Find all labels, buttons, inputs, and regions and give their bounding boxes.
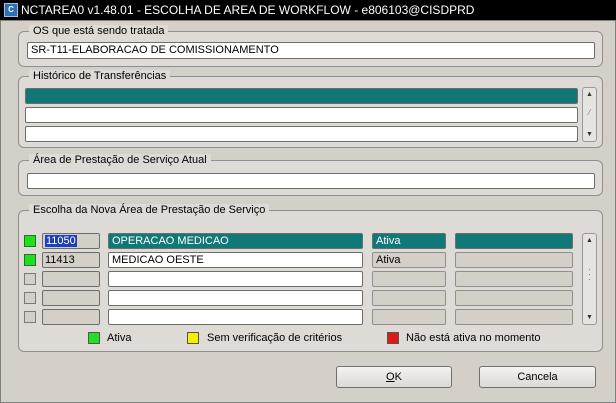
area-atual-field[interactable] xyxy=(27,173,595,189)
area-status-cell[interactable]: Ativa xyxy=(372,233,446,249)
ok-label-rest: K xyxy=(394,371,402,383)
os-group-label: OS que está sendo tratada xyxy=(29,25,169,38)
area-status-cell[interactable]: Ativa xyxy=(372,252,446,268)
legend-yellow-swatch xyxy=(187,332,199,344)
title-bar: C NCTAREA0 v1.48.01 - ESCOLHA DE AREA DE… xyxy=(0,0,616,20)
area-status-cell[interactable] xyxy=(372,290,446,306)
status-indicator[interactable] xyxy=(24,254,36,266)
ok-mnemonic: O xyxy=(386,371,395,383)
area-extra-cell[interactable] xyxy=(455,271,573,287)
status-indicator[interactable] xyxy=(24,235,36,247)
scroll-down-icon[interactable]: ▼ xyxy=(584,312,595,323)
historico-row[interactable] xyxy=(25,126,578,142)
os-field[interactable]: SR-T11-ELABORACAO DE COMISSIONAMENTO xyxy=(27,42,595,59)
historico-row[interactable] xyxy=(25,107,578,123)
status-indicator[interactable] xyxy=(24,273,36,285)
area-name-cell[interactable] xyxy=(108,290,363,306)
historico-group: Histórico de Transferências ▲ ⁄ ▼ xyxy=(18,70,603,148)
area-name-cell[interactable]: MEDICAO OESTE xyxy=(108,252,363,268)
scroll-grip-icon[interactable]: ⁄ xyxy=(585,109,594,117)
area-extra-cell[interactable] xyxy=(455,252,573,268)
area-code-cell[interactable] xyxy=(42,309,100,325)
area-atual-group: Área de Prestação de Serviço Atual xyxy=(18,154,603,196)
area-code-cell[interactable] xyxy=(42,271,100,287)
nova-area-scrollbar[interactable]: ▲ ⁚ ⁚ ▼ xyxy=(582,233,597,325)
area-name-cell[interactable] xyxy=(108,309,363,325)
ok-button[interactable]: OK xyxy=(336,366,452,388)
legend-ativa-label: Ativa xyxy=(107,332,132,344)
app-icon[interactable]: C xyxy=(4,3,18,17)
area-status-cell[interactable] xyxy=(372,309,446,325)
area-extra-cell[interactable] xyxy=(455,309,573,325)
cancel-button[interactable]: Cancela xyxy=(479,366,596,388)
scroll-grip-icon[interactable]: ⁚ ⁚ xyxy=(585,269,594,282)
nova-area-group: Escolha da Nova Área de Prestação de Ser… xyxy=(18,204,603,352)
scroll-up-icon[interactable]: ▲ xyxy=(584,235,595,246)
scroll-up-icon[interactable]: ▲ xyxy=(584,89,595,100)
area-code-cell[interactable]: 11413 xyxy=(42,252,100,268)
os-group: OS que está sendo tratada SR-T11-ELABORA… xyxy=(18,25,603,67)
historico-group-label: Histórico de Transferências xyxy=(29,70,171,83)
status-indicator[interactable] xyxy=(24,311,36,323)
area-name-cell[interactable] xyxy=(108,271,363,287)
status-indicator[interactable] xyxy=(24,292,36,304)
area-code: 11050 xyxy=(45,235,77,247)
area-extra-cell[interactable] xyxy=(455,233,573,249)
nova-area-group-label: Escolha da Nova Área de Prestação de Ser… xyxy=(29,204,270,217)
scroll-down-icon[interactable]: ▼ xyxy=(584,129,595,140)
area-name-cell[interactable]: OPERACAO MEDICAO xyxy=(108,233,363,249)
area-status-cell[interactable] xyxy=(372,271,446,287)
area-code-cell[interactable]: 11050 xyxy=(42,233,100,249)
historico-row[interactable] xyxy=(25,88,578,104)
main-window: OS que está sendo tratada SR-T11-ELABORA… xyxy=(0,20,616,403)
window-title: NCTAREA0 v1.48.01 - ESCOLHA DE AREA DE W… xyxy=(21,3,475,17)
area-extra-cell[interactable] xyxy=(455,290,573,306)
area-code-cell[interactable] xyxy=(42,290,100,306)
legend-sem-verificacao-label: Sem verificação de critérios xyxy=(207,332,343,344)
area-atual-group-label: Área de Prestação de Serviço Atual xyxy=(29,154,211,167)
legend-green-swatch xyxy=(88,332,100,344)
legend-nao-ativa-label: Não está ativa no momento xyxy=(406,332,541,344)
historico-scrollbar[interactable]: ▲ ⁄ ▼ xyxy=(582,87,597,142)
legend-red-swatch xyxy=(387,332,399,344)
